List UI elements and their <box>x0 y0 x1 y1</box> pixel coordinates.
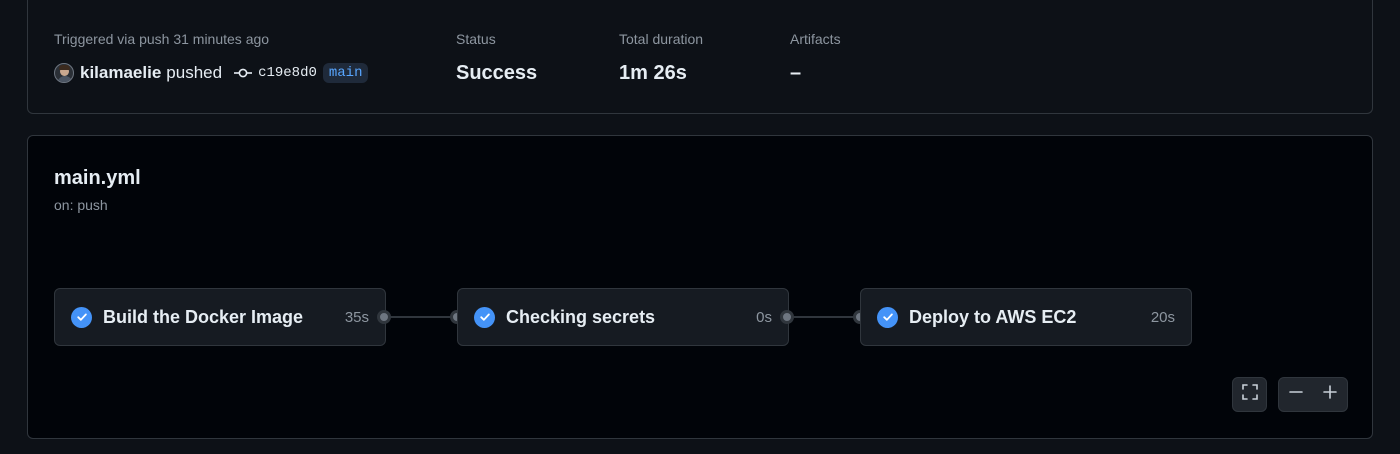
check-circle-icon <box>474 306 495 328</box>
artifacts-column: Artifacts – <box>790 30 841 86</box>
duration-value: 1m 26s <box>619 62 687 84</box>
job-duration: 35s <box>344 308 369 326</box>
git-commit-icon <box>234 67 253 79</box>
workflow-graph: main.yml on: push Build the Docker Image… <box>27 135 1373 439</box>
workflow-file-title[interactable]: main.yml <box>54 167 141 190</box>
minus-icon <box>1289 385 1303 404</box>
zoom-controls <box>1278 377 1348 412</box>
artifacts-label: Artifacts <box>790 31 841 47</box>
status-column: Status Success <box>456 30 537 86</box>
job-duration: 20s <box>1150 308 1175 326</box>
check-circle-icon <box>877 306 898 328</box>
run-summary-panel: Triggered via push 31 minutes ago kilama… <box>27 0 1373 114</box>
avatar[interactable] <box>54 63 74 83</box>
status-value: Success <box>456 62 538 84</box>
commit-sha-link[interactable]: c19e8d0 <box>258 65 317 81</box>
artifacts-value: – <box>790 62 802 84</box>
trigger-column: Triggered via push 31 minutes ago kilama… <box>54 30 369 86</box>
branch-badge[interactable]: main <box>322 63 369 83</box>
job-build-docker-image[interactable]: Build the Docker Image 35s <box>54 288 386 346</box>
job-name: Checking secrets <box>506 306 656 327</box>
workflow-trigger: on: push <box>54 197 108 213</box>
job-output-port <box>780 310 794 324</box>
job-connector <box>390 316 451 318</box>
job-name: Deploy to AWS EC2 <box>909 306 1077 327</box>
job-name: Build the Docker Image <box>103 306 304 327</box>
job-deploy-aws-ec2[interactable]: Deploy to AWS EC2 20s <box>860 288 1192 346</box>
duration-column: Total duration 1m 26s <box>619 30 703 86</box>
zoom-out-button[interactable] <box>1279 378 1313 411</box>
check-circle-icon <box>71 306 92 328</box>
action-text: pushed <box>166 63 223 82</box>
job-checking-secrets[interactable]: Checking secrets 0s <box>457 288 789 346</box>
status-label: Status <box>456 31 496 47</box>
zoom-in-button[interactable] <box>1313 378 1347 411</box>
fullscreen-button[interactable] <box>1232 377 1267 412</box>
fullscreen-icon <box>1241 383 1259 406</box>
trigger-label: Triggered via push 31 minutes ago <box>54 31 270 47</box>
plus-icon <box>1323 385 1337 404</box>
trigger-details: kilamaelie pushed c19e8d0 main <box>54 60 369 86</box>
actor-link[interactable]: kilamaelie <box>80 63 161 83</box>
job-duration: 0s <box>756 308 772 326</box>
duration-label: Total duration <box>619 31 704 47</box>
job-output-port <box>377 310 391 324</box>
job-connector <box>793 316 854 318</box>
